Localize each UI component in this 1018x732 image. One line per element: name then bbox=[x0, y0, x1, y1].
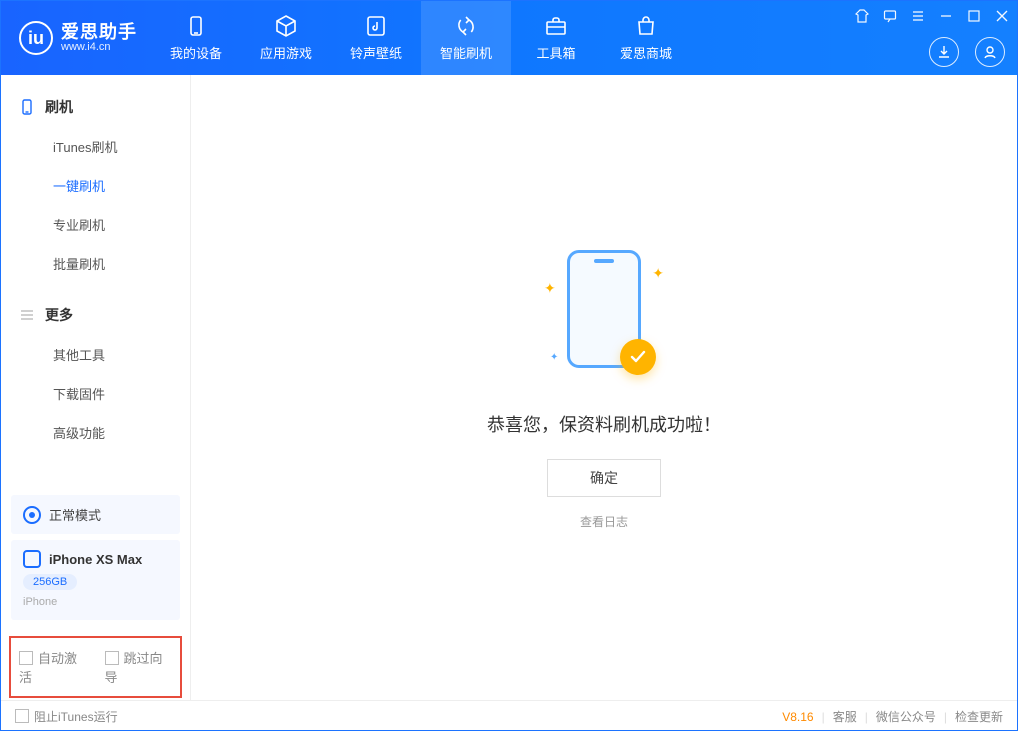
sparkle-icon: ✦ bbox=[544, 280, 556, 297]
cube-icon bbox=[274, 14, 298, 38]
brand-subtitle: www.i4.cn bbox=[61, 42, 137, 54]
sidebar-group-flash: 刷机 bbox=[1, 87, 190, 127]
download-icon[interactable] bbox=[929, 37, 959, 67]
top-nav: 我的设备 应用游戏 铃声壁纸 智能刷机 工具箱 爱思商城 bbox=[151, 1, 691, 75]
support-link[interactable]: 客服 bbox=[833, 708, 857, 725]
device-type: iPhone bbox=[23, 596, 57, 608]
nav-my-device[interactable]: 我的设备 bbox=[151, 1, 241, 75]
device-icon bbox=[184, 14, 208, 38]
nav-smart-flash[interactable]: 智能刷机 bbox=[421, 1, 511, 75]
minimize-icon[interactable] bbox=[939, 9, 953, 23]
sidebar-group-more: 更多 bbox=[1, 295, 190, 335]
device-card[interactable]: iPhone XS Max 256GB iPhone bbox=[11, 540, 180, 620]
sidebar-scroll: 刷机 iTunes刷机 一键刷机 专业刷机 批量刷机 更多 其他工具 下载固件 … bbox=[1, 75, 190, 489]
shirt-icon[interactable] bbox=[855, 9, 869, 23]
maximize-icon[interactable] bbox=[967, 9, 981, 23]
sidebar-item-batch-flash[interactable]: 批量刷机 bbox=[1, 244, 190, 283]
block-itunes-checkbox[interactable]: 阻止iTunes运行 bbox=[15, 708, 118, 725]
sidebar-item-advanced[interactable]: 高级功能 bbox=[1, 413, 190, 452]
device-capacity: 256GB bbox=[23, 574, 77, 590]
main-area: ✦ ✦ ✦ 恭喜您，保资料刷机成功啦！ 确定 查看日志 bbox=[191, 75, 1017, 700]
success-illustration: ✦ ✦ ✦ bbox=[534, 245, 674, 385]
ok-button[interactable]: 确定 bbox=[547, 459, 661, 497]
nav-label: 爱思商城 bbox=[620, 43, 672, 62]
nav-toolbox[interactable]: 工具箱 bbox=[511, 1, 601, 75]
sidebar-group-title: 更多 bbox=[45, 305, 73, 325]
mode-icon bbox=[23, 506, 41, 524]
music-icon bbox=[364, 14, 388, 38]
bag-icon bbox=[634, 14, 658, 38]
sidebar: 刷机 iTunes刷机 一键刷机 专业刷机 批量刷机 更多 其他工具 下载固件 … bbox=[1, 75, 191, 700]
nav-label: 智能刷机 bbox=[440, 43, 492, 62]
app-header: iu 爱思助手 www.i4.cn 我的设备 应用游戏 铃声壁纸 智能刷机 工具… bbox=[1, 1, 1017, 75]
nav-label: 我的设备 bbox=[170, 43, 222, 62]
nav-label: 铃声壁纸 bbox=[350, 43, 402, 62]
sparkle-icon: ✦ bbox=[652, 265, 664, 282]
device-name: iPhone XS Max bbox=[49, 552, 142, 567]
brand-text: 爱思助手 www.i4.cn bbox=[61, 23, 137, 53]
view-log-link[interactable]: 查看日志 bbox=[580, 513, 628, 530]
flash-options-highlight: 自动激活 跳过向导 bbox=[9, 636, 182, 698]
phone-icon bbox=[23, 550, 41, 568]
sparkle-icon: ✦ bbox=[550, 352, 558, 363]
mode-label: 正常模式 bbox=[49, 505, 101, 524]
sidebar-group-title: 刷机 bbox=[45, 97, 73, 117]
menu-icon[interactable] bbox=[911, 9, 925, 23]
wechat-link[interactable]: 微信公众号 bbox=[876, 708, 936, 725]
flash-group-icon bbox=[19, 99, 35, 115]
nav-label: 应用游戏 bbox=[260, 43, 312, 62]
nav-ringtone-wallpaper[interactable]: 铃声壁纸 bbox=[331, 1, 421, 75]
checkmark-badge-icon bbox=[620, 339, 656, 375]
success-title: 恭喜您，保资料刷机成功啦！ bbox=[487, 411, 721, 437]
sidebar-item-download-firmware[interactable]: 下载固件 bbox=[1, 374, 190, 413]
nav-store[interactable]: 爱思商城 bbox=[601, 1, 691, 75]
main-content: ✦ ✦ ✦ 恭喜您，保资料刷机成功啦！ 确定 查看日志 bbox=[191, 75, 1017, 700]
device-mode-card[interactable]: 正常模式 bbox=[11, 495, 180, 534]
brand: iu 爱思助手 www.i4.cn bbox=[1, 1, 151, 75]
sidebar-item-oneclick-flash[interactable]: 一键刷机 bbox=[1, 166, 190, 205]
nav-apps-games[interactable]: 应用游戏 bbox=[241, 1, 331, 75]
check-update-link[interactable]: 检查更新 bbox=[955, 708, 1003, 725]
header-right bbox=[929, 37, 1005, 67]
window-controls bbox=[855, 9, 1009, 23]
sidebar-item-other-tools[interactable]: 其他工具 bbox=[1, 335, 190, 374]
skip-wizard-checkbox[interactable]: 跳过向导 bbox=[105, 648, 173, 686]
logo-icon: iu bbox=[19, 21, 53, 55]
brand-title: 爱思助手 bbox=[61, 23, 137, 42]
user-icon[interactable] bbox=[975, 37, 1005, 67]
close-icon[interactable] bbox=[995, 9, 1009, 23]
app-body: 刷机 iTunes刷机 一键刷机 专业刷机 批量刷机 更多 其他工具 下载固件 … bbox=[1, 75, 1017, 700]
sidebar-item-pro-flash[interactable]: 专业刷机 bbox=[1, 205, 190, 244]
success-panel: ✦ ✦ ✦ 恭喜您，保资料刷机成功啦！ 确定 查看日志 bbox=[487, 245, 721, 530]
toolbox-icon bbox=[544, 14, 568, 38]
more-group-icon bbox=[19, 307, 35, 323]
auto-activate-checkbox[interactable]: 自动激活 bbox=[19, 648, 87, 686]
version-label: V8.16 bbox=[782, 710, 813, 724]
nav-label: 工具箱 bbox=[536, 43, 575, 62]
refresh-icon bbox=[454, 14, 478, 38]
feedback-icon[interactable] bbox=[883, 9, 897, 23]
sidebar-item-itunes-flash[interactable]: iTunes刷机 bbox=[1, 127, 190, 166]
footer: 阻止iTunes运行 V8.16 | 客服 | 微信公众号 | 检查更新 bbox=[1, 700, 1017, 732]
